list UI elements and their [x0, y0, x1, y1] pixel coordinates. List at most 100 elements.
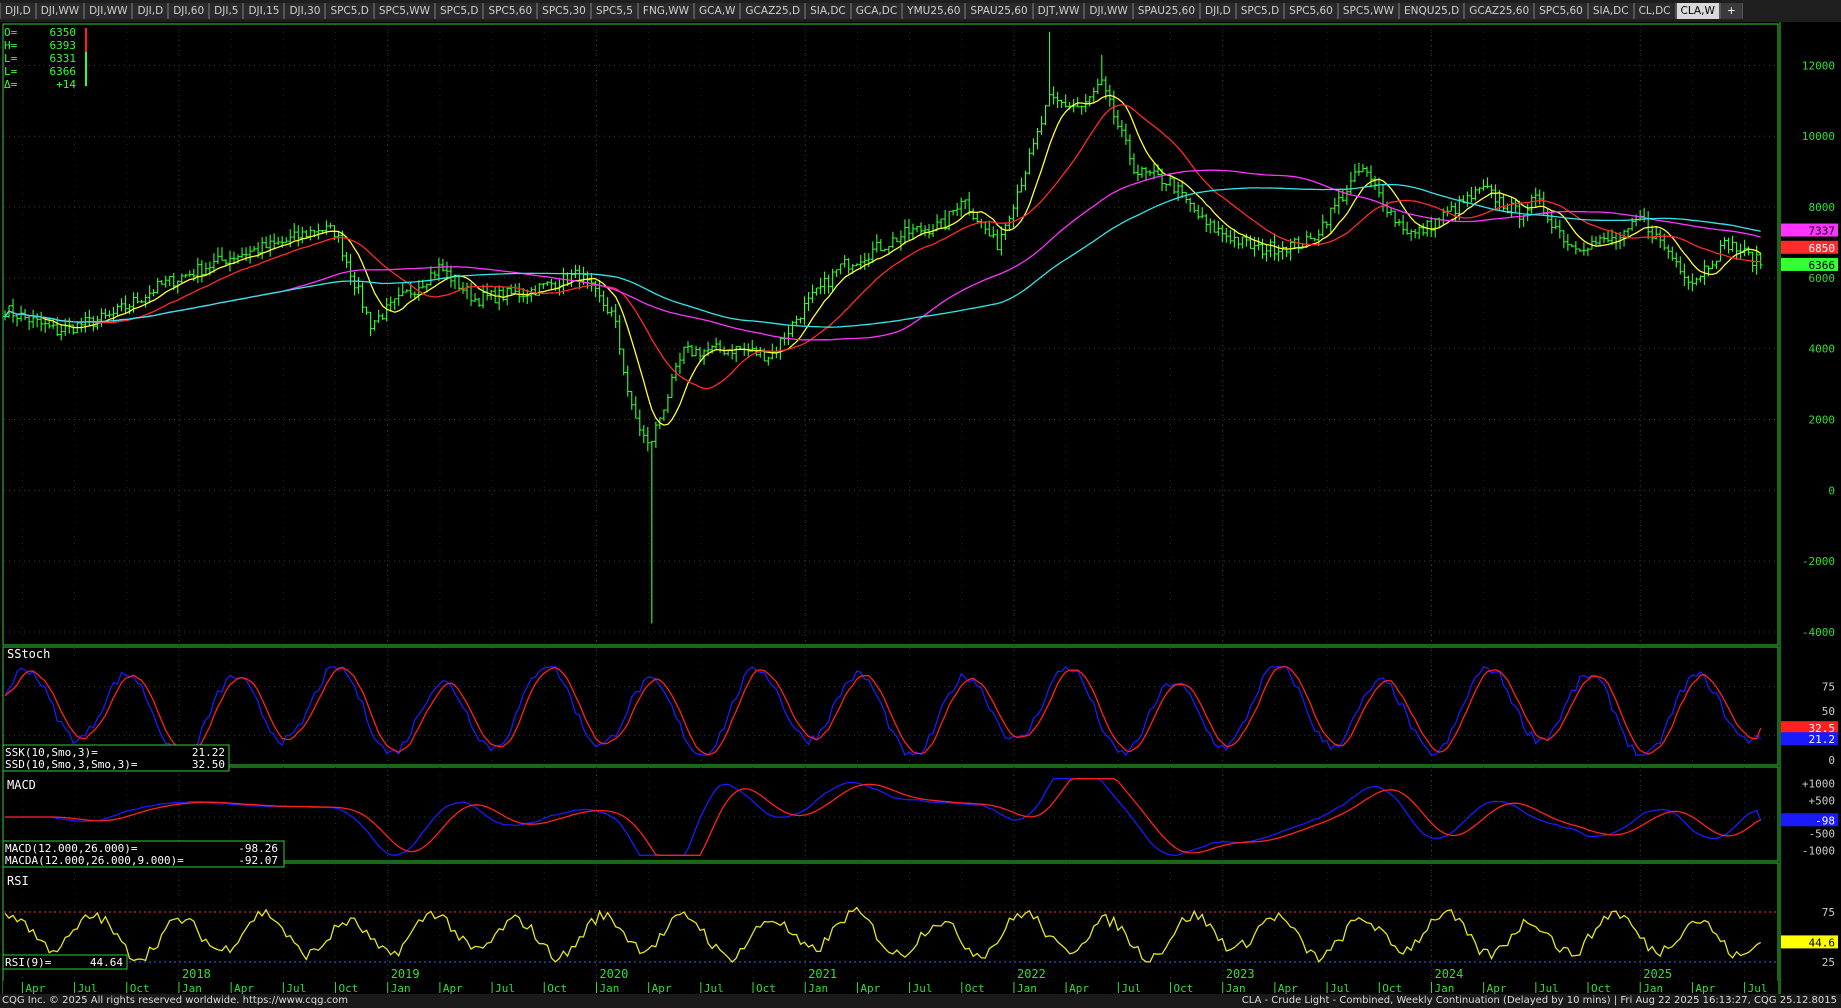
month-tick-label: Apr [652, 982, 672, 994]
month-tick-label: Jul [1121, 982, 1141, 994]
status-bar: CQG Inc. © 2025 All rights reserved worl… [0, 994, 1841, 1008]
ohlc-change-value: +14 [56, 78, 76, 91]
chart-area[interactable]: 12000 10000 8000 6000 4000 2000 0 -2000 -4000 75 5… [0, 22, 1841, 994]
price-tick-label: 0 [1828, 484, 1835, 497]
rsi-legend: RSI(9)= 44.64 [2, 954, 128, 970]
symbol-tab[interactable]: DJT,WW [1032, 3, 1085, 19]
sstoch-tick-label: 0 [1828, 754, 1835, 767]
symbol-tab[interactable]: DJI,WW [35, 3, 85, 19]
year-tick-label: 2025 [1643, 967, 1672, 981]
symbol-tab[interactable]: DJI,15 [243, 3, 285, 19]
price-last-label: 6366 [1781, 257, 1838, 272]
price-tick-label: 10000 [1802, 130, 1835, 143]
month-tick-label: Apr [1069, 982, 1089, 994]
symbol-tab[interactable]: DJI,5 [209, 3, 244, 19]
year-tick-label: 2023 [1226, 967, 1255, 981]
symbol-tab[interactable]: SPC5,30 [537, 3, 591, 19]
price-last-label: 6850 [1781, 240, 1838, 255]
symbol-tab[interactable]: GCA,DC [850, 3, 903, 19]
symbol-tab[interactable]: SPC5,D [435, 3, 484, 19]
symbol-tab[interactable]: DJI,WW [84, 3, 133, 19]
symbol-tab[interactable]: SPC5,60 [1534, 3, 1588, 19]
month-tick-label: Oct [756, 982, 776, 994]
symbol-tab[interactable]: GCAZ25,D [740, 3, 806, 19]
symbol-tab[interactable]: DJI,D [132, 3, 169, 19]
sstoch-title: SStoch [7, 647, 50, 661]
svg-text:21.2: 21.2 [1809, 733, 1836, 746]
symbol-tab[interactable]: DJI,60 [168, 3, 210, 19]
month-tick-label: Jul [1539, 982, 1559, 994]
ohlc-low-value: 6331 [50, 52, 77, 65]
rsi-title: RSI [7, 874, 29, 888]
year-tick-label: 2024 [1434, 967, 1463, 981]
symbol-tab[interactable]: GCAZ25,60 [1464, 3, 1535, 19]
add-tab-button[interactable]: + [1719, 3, 1743, 19]
symbol-tab[interactable]: SPC5,D [325, 3, 374, 19]
svg-text:44.6: 44.6 [1809, 936, 1836, 949]
price-tick-label: 6000 [1809, 272, 1836, 285]
ohlc-open-label: O= [4, 26, 18, 39]
symbol-tab[interactable]: FNG,WW [637, 3, 695, 19]
month-tick-label: Jul [286, 982, 306, 994]
symbol-tab[interactable]: SPC5,60 [483, 3, 538, 19]
svg-text:6850: 6850 [1809, 242, 1836, 255]
symbol-tab[interactable]: DJI,30 [284, 3, 326, 19]
copyright-text: CQG Inc. © 2025 All rights reserved worl… [2, 995, 349, 1006]
ohlc-change-label: Δ= [4, 78, 18, 91]
symbol-tab[interactable]: DJI,WW [1084, 3, 1133, 19]
rsi-value: 44.64 [90, 956, 123, 969]
symbol-tab[interactable]: SPC5,D [1235, 3, 1285, 19]
month-tick-label: Jul [1748, 982, 1768, 994]
rsi-last-label: 44.6 [1781, 935, 1838, 949]
month-tick-label: Oct [1591, 982, 1611, 994]
sstoch-legend: SSK(10,Smo,3)= 21.22 SSD(10,Smo,3,Smo,3)… [2, 744, 230, 772]
month-tick-label: Jan [1017, 982, 1037, 994]
ssd-value: 32.50 [192, 758, 225, 771]
rsi-tick-label: 25 [1822, 956, 1835, 969]
symbol-tab[interactable]: SIA,DC [805, 3, 851, 19]
svg-text:6366: 6366 [1809, 259, 1836, 272]
month-tick-label: Oct [547, 982, 567, 994]
month-tick-label: Jan [808, 982, 828, 994]
rsi-name: RSI(9)= [5, 956, 52, 969]
month-tick-label: Jul [495, 982, 515, 994]
ssd-name: SSD(10,Smo,3,Smo,3)= [5, 758, 138, 771]
symbol-tab[interactable]: ENQU25,D [1399, 3, 1465, 19]
symbol-tab[interactable]: CL,DC [1633, 3, 1676, 19]
sstoch-tick-label: 50 [1822, 705, 1835, 718]
month-tick-label: Jul [704, 982, 724, 994]
svg-text:7337: 7337 [1809, 225, 1836, 238]
price-tick-label: -2000 [1802, 555, 1835, 568]
month-tick-label: Jan [1643, 982, 1663, 994]
ohlc-low-label: L= [4, 52, 18, 65]
symbol-tab[interactable]: SPC5,WW [1337, 3, 1399, 19]
symbol-tab[interactable]: SPC5,5 [590, 3, 638, 19]
symbol-tab[interactable]: SIA,DC [1587, 3, 1634, 19]
symbol-tab[interactable]: YMU25,60 [902, 3, 966, 19]
sstoch-last-label: 21.2 [1781, 732, 1838, 746]
macd-last-label: -98 [1781, 813, 1838, 827]
month-tick-label: Apr [25, 982, 45, 994]
month-tick-label: Jan [599, 982, 619, 994]
year-tick-label: 2022 [1017, 967, 1046, 981]
macd-legend: MACD(12.000,26.000)= -98.26 MACDA(12.000… [2, 840, 285, 868]
macd-tick-label: -500 [1809, 828, 1836, 841]
symbol-tab[interactable]: SPAU25,60 [965, 3, 1033, 19]
month-tick-label: Jan [391, 982, 411, 994]
sstoch-tick-label: 75 [1822, 681, 1835, 694]
symbol-tab[interactable]: SPC5,60 [1284, 3, 1338, 19]
symbol-tab[interactable]: SPC5,WW [373, 3, 435, 19]
ohlc-open-value: 6350 [50, 26, 77, 39]
ohlc-last-value: 6366 [50, 65, 77, 78]
symbol-tab[interactable]: CLA,W [1675, 3, 1720, 19]
month-tick-label: Jul [78, 982, 98, 994]
month-tick-label: Apr [1278, 982, 1298, 994]
symbol-tab[interactable]: GCA,W [694, 3, 741, 19]
symbol-tab[interactable]: DJI,D [0, 3, 36, 19]
macd-tick-label: +1000 [1802, 778, 1835, 791]
ohlc-last-label: L= [4, 65, 18, 78]
month-tick-label: Jan [1434, 982, 1454, 994]
macda-value: -92.07 [238, 854, 278, 867]
symbol-tab[interactable]: SPAU25,60 [1132, 3, 1201, 19]
symbol-tab[interactable]: DJI,D [1200, 3, 1236, 19]
